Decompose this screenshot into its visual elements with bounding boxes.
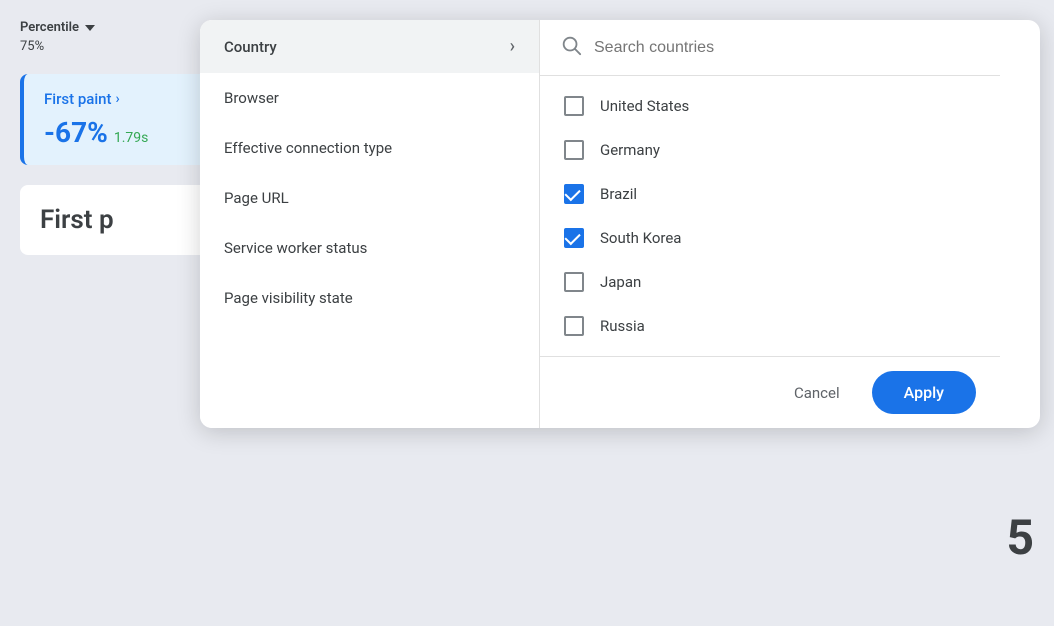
filter-category-label: Browser [224,89,279,107]
country-checkbox[interactable] [564,96,584,116]
filter-category-item[interactable]: Country › [200,20,539,73]
number-right: 5 [1006,509,1034,566]
list-item[interactable]: South Korea [540,216,1000,260]
footer: Cancel Apply [540,356,1000,428]
filter-category-item[interactable]: Browser [200,73,539,123]
list-item[interactable]: Brazil [540,172,1000,216]
first-paint-arrow-icon: › [116,91,120,107]
first-paint-stats: -67% 1.79s [44,112,220,149]
country-name: Brazil [600,185,637,203]
search-input[interactable] [594,39,980,57]
list-item[interactable]: Russia [540,304,1000,348]
country-checkbox[interactable] [564,316,584,336]
country-name: South Korea [600,229,681,247]
submenu-arrow-icon: › [510,36,515,57]
country-checkbox[interactable] [564,140,584,160]
country-name: Russia [600,317,645,335]
filter-categories-panel: Country › Browser Effective connection type… [200,20,540,428]
cancel-button[interactable]: Cancel [778,374,856,412]
list-item[interactable]: United States [540,84,1000,128]
list-item[interactable]: Germany [540,128,1000,172]
filter-category-label: Country [224,38,277,56]
filter-category-label: Service worker status [224,239,367,257]
first-paint-label: First paint › [44,90,220,108]
country-name: Germany [600,141,660,159]
search-bar [540,20,1000,76]
apply-button[interactable]: Apply [872,371,976,414]
filter-category-item[interactable]: Page URL [200,173,539,223]
filter-category-label: Page visibility state [224,289,353,307]
country-name: United States [600,97,689,115]
list-item[interactable]: Japan [540,260,1000,304]
percentile-chevron-icon [85,25,95,31]
country-checkbox[interactable] [564,272,584,292]
search-icon [560,34,582,61]
filter-dropdown: Country › Browser Effective connection type… [200,20,1040,428]
countries-list: United States Germany Brazil South Korea Jap… [540,76,1000,356]
country-checkbox[interactable] [564,184,584,204]
filter-category-item[interactable]: Effective connection type [200,123,539,173]
country-selection-panel: United States Germany Brazil South Korea Jap… [540,20,1000,428]
filter-category-item[interactable]: Service worker status [200,223,539,273]
filter-category-item[interactable]: Page visibility state [200,273,539,323]
country-checkbox[interactable] [564,228,584,248]
filter-category-label: Page URL [224,189,289,207]
filter-category-label: Effective connection type [224,139,392,157]
country-name: Japan [600,273,641,291]
